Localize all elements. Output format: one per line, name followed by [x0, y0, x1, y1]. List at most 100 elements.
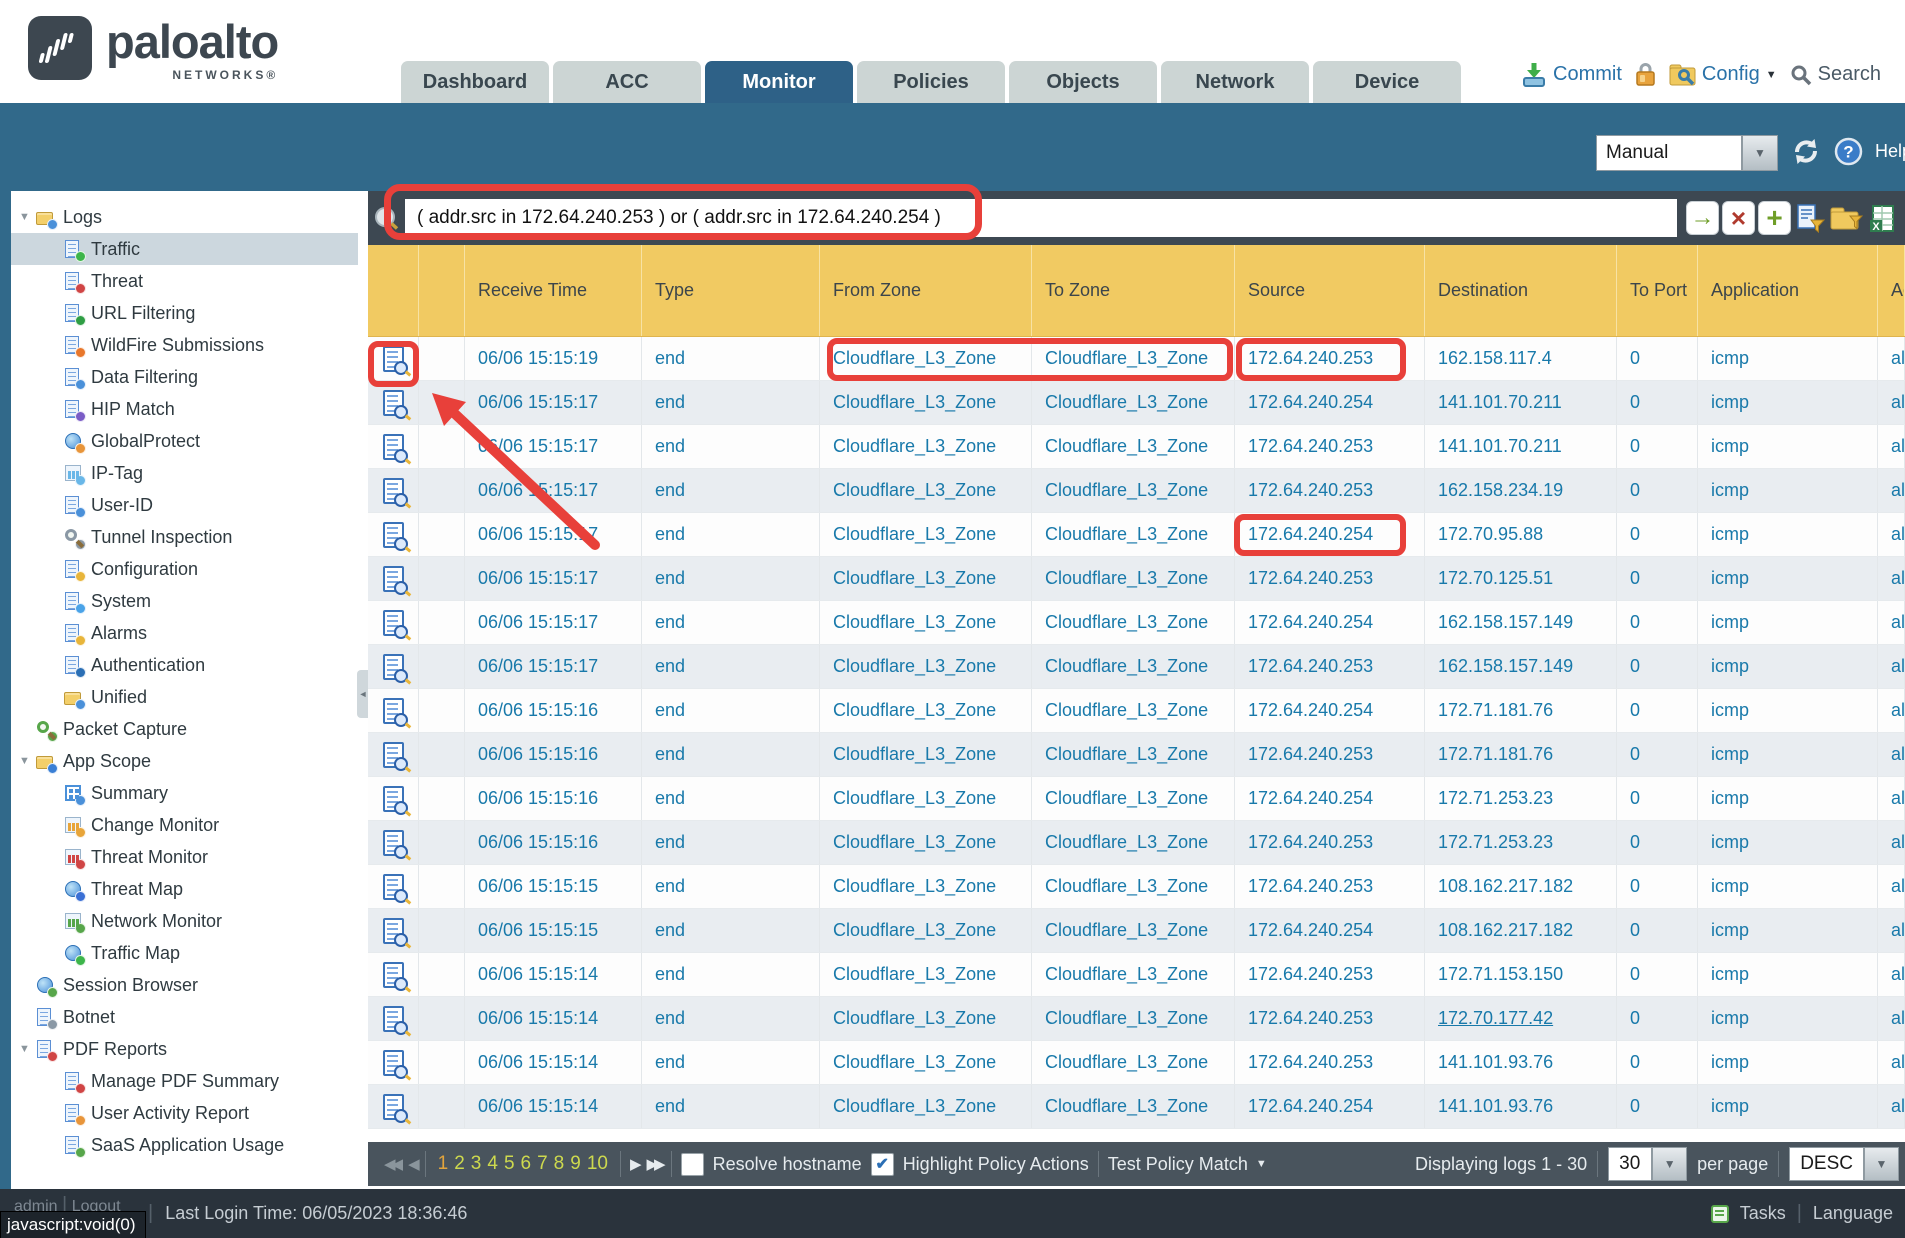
cell-source[interactable]: 172.64.240.253 — [1235, 865, 1425, 908]
page-8[interactable]: 8 — [554, 1153, 565, 1174]
expander-icon[interactable]: ▼ — [19, 755, 36, 767]
sidebar-item-configuration[interactable]: Configuration — [11, 553, 358, 585]
sidebar-item-traffic-map[interactable]: Traffic Map — [11, 937, 358, 969]
sidebar-item-saas-application-usage[interactable]: SaaS Application Usage — [11, 1129, 358, 1161]
page-6[interactable]: 6 — [521, 1153, 532, 1174]
help-label[interactable]: Help — [1875, 141, 1905, 162]
cell-source[interactable]: 172.64.240.253 — [1235, 1041, 1425, 1084]
log-detail-icon[interactable] — [383, 566, 404, 592]
col-header-type[interactable]: Type — [642, 245, 820, 336]
sidebar-item-session-browser[interactable]: Session Browser — [11, 969, 358, 1001]
page-5[interactable]: 5 — [504, 1153, 515, 1174]
cell-destination[interactable]: 162.158.157.149 — [1425, 645, 1617, 688]
cell-destination[interactable]: 172.71.181.76 — [1425, 689, 1617, 732]
sidebar-item-unified[interactable]: Unified — [11, 681, 358, 713]
log-detail-icon[interactable] — [383, 390, 404, 416]
cell-destination[interactable]: 172.71.181.76 — [1425, 733, 1617, 776]
sidebar-item-ip-tag[interactable]: IP-Tag — [11, 457, 358, 489]
filter-input[interactable]: ( addr.src in 172.64.240.253 ) or ( addr… — [405, 199, 1677, 237]
log-detail-icon[interactable] — [383, 346, 404, 372]
page-1[interactable]: 1 — [438, 1153, 449, 1174]
cell-destination[interactable]: 108.162.217.182 — [1425, 865, 1617, 908]
cell-destination[interactable]: 141.101.93.76 — [1425, 1085, 1617, 1128]
cell-destination[interactable]: 172.71.253.23 — [1425, 821, 1617, 864]
tab-policies[interactable]: Policies — [857, 61, 1005, 103]
language-link[interactable]: Language — [1813, 1203, 1893, 1224]
col-header-destination[interactable]: Destination — [1425, 245, 1617, 336]
col-header-application[interactable]: Application — [1698, 245, 1878, 336]
highlight-policy-checkbox[interactable]: ✔ — [871, 1153, 894, 1176]
search-button[interactable]: Search — [1790, 63, 1881, 86]
sort-order-select[interactable]: DESC ▼ — [1789, 1147, 1899, 1181]
sidebar-item-authentication[interactable]: Authentication — [11, 649, 358, 681]
log-detail-icon[interactable] — [383, 698, 404, 724]
cell-destination[interactable]: 172.70.95.88 — [1425, 513, 1617, 556]
log-detail-icon[interactable] — [383, 874, 404, 900]
sidebar-item-network-monitor[interactable]: Network Monitor — [11, 905, 358, 937]
per-page-select[interactable]: 30 ▼ — [1608, 1147, 1687, 1181]
cell-source[interactable]: 172.64.240.253 — [1235, 997, 1425, 1040]
tab-device[interactable]: Device — [1313, 61, 1461, 103]
page-10[interactable]: 10 — [587, 1153, 608, 1174]
cell-source[interactable]: 172.64.240.253 — [1235, 557, 1425, 600]
cell-source[interactable]: 172.64.240.253 — [1235, 645, 1425, 688]
sidebar-item-user-activity-report[interactable]: User Activity Report — [11, 1097, 358, 1129]
next-page-button[interactable]: ▶ — [630, 1155, 638, 1173]
sidebar-item-manage-pdf-summary[interactable]: Manage PDF Summary — [11, 1065, 358, 1097]
log-detail-icon[interactable] — [383, 1050, 404, 1076]
col-header-receive-time[interactable]: Receive Time — [465, 245, 642, 336]
sidebar-item-packet-capture[interactable]: Packet Capture — [11, 713, 358, 745]
log-detail-icon[interactable] — [383, 610, 404, 636]
log-detail-icon[interactable] — [383, 786, 404, 812]
prev-page-button[interactable]: ◀ — [408, 1155, 416, 1173]
sidebar-item-threat-map[interactable]: Threat Map — [11, 873, 358, 905]
sidebar-item-summary[interactable]: Summary — [11, 777, 358, 809]
sidebar-item-change-monitor[interactable]: Change Monitor — [11, 809, 358, 841]
cell-destination[interactable]: 162.158.234.19 — [1425, 469, 1617, 512]
tab-dashboard[interactable]: Dashboard — [401, 61, 549, 103]
sidebar-item-threat-monitor[interactable]: Threat Monitor — [11, 841, 358, 873]
col-header-source[interactable]: Source — [1235, 245, 1425, 336]
log-detail-icon[interactable] — [383, 434, 404, 460]
col-header-ac[interactable]: Ac — [1878, 245, 1905, 336]
per-page-dropdown-icon[interactable]: ▼ — [1652, 1147, 1687, 1181]
config-menu-button[interactable]: Config ▼ — [1669, 62, 1777, 87]
sidebar-item-botnet[interactable]: Botnet — [11, 1001, 358, 1033]
page-4[interactable]: 4 — [487, 1153, 498, 1174]
first-page-button[interactable]: ◀◀ — [384, 1155, 399, 1173]
tab-acc[interactable]: ACC — [553, 61, 701, 103]
log-detail-icon[interactable] — [383, 742, 404, 768]
log-detail-icon[interactable] — [383, 478, 404, 504]
col-header-to-zone[interactable]: To Zone — [1032, 245, 1235, 336]
sidebar-item-alarms[interactable]: Alarms — [11, 617, 358, 649]
tab-objects[interactable]: Objects — [1009, 61, 1157, 103]
page-2[interactable]: 2 — [454, 1153, 465, 1174]
sort-order-dropdown-icon[interactable]: ▼ — [1864, 1147, 1899, 1181]
cell-source[interactable]: 172.64.240.254 — [1235, 513, 1425, 556]
page-9[interactable]: 9 — [570, 1153, 581, 1174]
log-detail-icon[interactable] — [383, 1094, 404, 1120]
sidebar-item-pdf-reports[interactable]: ▼PDF Reports — [11, 1033, 358, 1065]
commit-button[interactable]: Commit — [1521, 62, 1622, 87]
cell-destination[interactable]: 172.70.177.42 — [1425, 997, 1617, 1040]
refresh-icon[interactable] — [1790, 136, 1822, 166]
sidebar-item-threat[interactable]: Threat — [11, 265, 358, 297]
log-detail-icon[interactable] — [383, 918, 404, 944]
expander-icon[interactable]: ▼ — [19, 1043, 36, 1055]
cell-source[interactable]: 172.64.240.253 — [1235, 469, 1425, 512]
expander-icon[interactable]: ▼ — [19, 211, 36, 223]
export-csv-button[interactable]: X — [1866, 201, 1899, 235]
cell-source[interactable]: 172.64.240.254 — [1235, 909, 1425, 952]
tab-monitor[interactable]: Monitor — [705, 61, 853, 103]
page-7[interactable]: 7 — [537, 1153, 548, 1174]
cell-source[interactable]: 172.64.240.254 — [1235, 381, 1425, 424]
test-policy-match-button[interactable]: Test Policy Match ▼ — [1108, 1154, 1267, 1175]
cell-source[interactable]: 172.64.240.253 — [1235, 733, 1425, 776]
cell-destination[interactable]: 162.158.157.149 — [1425, 601, 1617, 644]
sidebar-item-url-filtering[interactable]: URL Filtering — [11, 297, 358, 329]
col-header-blank-0[interactable] — [368, 245, 419, 336]
lock-icon[interactable] — [1635, 62, 1656, 87]
load-filter-button[interactable] — [1830, 201, 1863, 235]
cell-source[interactable]: 172.64.240.254 — [1235, 601, 1425, 644]
help-icon[interactable]: ? — [1834, 137, 1863, 166]
